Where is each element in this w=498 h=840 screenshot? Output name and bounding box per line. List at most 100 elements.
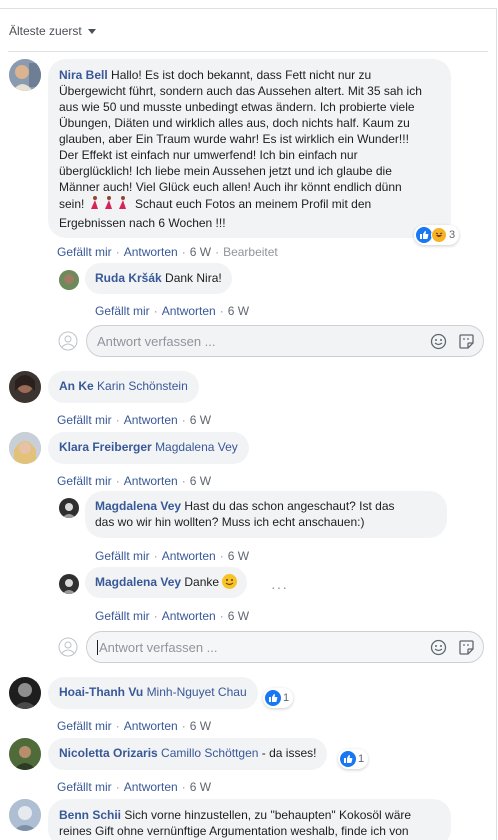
comment-benn-schii: Benn Schii Sich vorne hinzustellen, zu "… (9, 799, 451, 840)
reply-link[interactable]: Antworten (124, 245, 178, 259)
comment-author[interactable]: Nira Bell (59, 68, 108, 82)
reply-placeholder: Antwort verfassen ... (97, 333, 216, 349)
comment-actions: Gefällt mir · Antworten · 6 W (95, 609, 250, 623)
like-link[interactable]: Gefällt mir (95, 304, 150, 318)
avatar[interactable] (9, 799, 41, 831)
comment-klara-freiberger: Klara Freiberger Magdalena Vey (9, 432, 249, 464)
comment-author[interactable]: Nicoletta Orizaris (59, 746, 158, 760)
like-icon (416, 227, 432, 243)
reply-composer: Antwort verfassen ... (58, 325, 484, 357)
reply-ruda-krsak: Ruda Kršák Dank Nira! (59, 263, 232, 294)
reply-input[interactable]: Antwort verfassen ... (86, 631, 484, 663)
reply-link[interactable]: Antworten (124, 719, 178, 733)
like-link[interactable]: Gefällt mir (57, 780, 112, 794)
comment-text-line: Übungen, Diäten und wirklich alles aus, … (59, 116, 410, 130)
sticker-icon[interactable] (458, 639, 475, 659)
reply-link[interactable]: Antworten (124, 413, 178, 427)
comment-text-line: Sich vorne hinzustellen, zu "behaupten" … (124, 808, 412, 822)
reply-link[interactable]: Antworten (162, 609, 216, 623)
comment-actions: Gefällt mir · Antworten · 6 W (95, 304, 250, 318)
avatar[interactable] (9, 371, 41, 403)
reply-link[interactable]: Antworten (124, 780, 178, 794)
timestamp[interactable]: 6 W (190, 245, 211, 259)
comment-author[interactable]: An Ke (59, 379, 94, 393)
comment-author[interactable]: Klara Freiberger (59, 440, 152, 454)
avatar[interactable] (9, 738, 41, 770)
comment-bubble: Benn Schii Sich vorne hinzustellen, zu "… (48, 799, 451, 840)
like-link[interactable]: Gefällt mir (95, 609, 150, 623)
comment-bubble: Klara Freiberger Magdalena Vey (48, 432, 249, 464)
comment-author[interactable]: Magdalena Vey (95, 575, 181, 589)
comment-bubble: Ruda Kršák Dank Nira! (85, 263, 232, 294)
reply-magdalena-vey: Magdalena Vey Hast du das schon angescha… (59, 491, 447, 538)
like-link[interactable]: Gefällt mir (95, 549, 150, 563)
more-options-icon[interactable]: ··· (271, 579, 288, 595)
sort-label: Älteste zuerst (9, 24, 82, 38)
reply-magdalena-vey-2: Magdalena Vey Danke (59, 567, 248, 598)
comment-text-line: Männer auch! Viel Glück euch allen! Auch… (59, 180, 402, 194)
reaction-summary[interactable]: 1 (263, 688, 294, 708)
reaction-count: 1 (283, 692, 290, 704)
avatar[interactable] (59, 270, 79, 290)
emoji-icon[interactable] (430, 639, 447, 659)
timestamp[interactable]: 6 W (228, 549, 249, 563)
sort-dropdown[interactable]: Älteste zuerst (9, 24, 96, 38)
comment-author[interactable]: Hoai-Thanh Vu (59, 685, 143, 699)
comment-text-line: überglücklich! Ich liebe mein Aussehen j… (59, 164, 392, 178)
comment-actions: Gefällt mir · Antworten · 6 W (57, 474, 212, 488)
comment-actions: Gefällt mir · Antworten · 6 W (57, 780, 212, 794)
reply-composer: Antwort verfassen ... (58, 631, 484, 663)
comment-text-line: Schaut euch Fotos an meinem Profil mit d… (135, 197, 372, 211)
avatar[interactable] (9, 432, 41, 464)
timestamp[interactable]: 6 W (228, 304, 249, 318)
like-icon (265, 690, 281, 706)
reaction-summary[interactable]: 3 (414, 225, 460, 245)
timestamp[interactable]: 6 W (190, 780, 211, 794)
user-avatar-icon (58, 331, 78, 351)
comment-text-line: Ergebnissen nach 6 Wochen !!! (59, 216, 226, 230)
reply-link[interactable]: Antworten (124, 474, 178, 488)
reply-link[interactable]: Antworten (162, 549, 216, 563)
like-link[interactable]: Gefällt mir (57, 719, 112, 733)
text-cursor (97, 639, 98, 655)
reply-link[interactable]: Antworten (162, 304, 216, 318)
avatar[interactable] (9, 59, 41, 91)
timestamp[interactable]: 6 W (190, 474, 211, 488)
emoji-icon[interactable] (430, 333, 447, 353)
edited-label: Bearbeitet (223, 245, 278, 259)
comment-author[interactable]: Ruda Kršák (95, 271, 162, 285)
comments-panel: Älteste zuerst Nira Bell Hallo! Es ist d… (0, 8, 497, 840)
avatar[interactable] (59, 498, 79, 518)
comment-actions: Gefällt mir · Antworten · 6 W (57, 413, 212, 427)
smile-emoji-icon (222, 574, 238, 589)
comment-text-line: Hallo! Es ist doch bekannt, dass Fett ni… (111, 68, 372, 82)
comment-text: Danke (184, 575, 220, 589)
mention-tag[interactable]: Camillo Schöttgen (161, 746, 258, 760)
mention-tag[interactable]: Karin Schönstein (97, 379, 188, 393)
sticker-icon[interactable] (458, 333, 475, 353)
mention-tag[interactable]: Magdalena Vey (155, 440, 238, 454)
timestamp[interactable]: 6 W (228, 609, 249, 623)
comment-text: Dank Nira! (165, 271, 222, 285)
divider (8, 51, 488, 52)
timestamp[interactable]: 6 W (190, 413, 211, 427)
comment-bubble: An Ke Karin Schönstein (48, 371, 199, 403)
comment-text-line: aus wie 50 und musste unbedingt etwas än… (59, 100, 415, 114)
comment-author[interactable]: Magdalena Vey (95, 499, 181, 513)
like-link[interactable]: Gefällt mir (57, 245, 112, 259)
timestamp[interactable]: 6 W (190, 719, 211, 733)
comment-nicoletta-orizaris: Nicoletta Orizaris Camillo Schöttgen - d… (9, 738, 328, 770)
mention-tag[interactable]: Minh-Nguyet Chau (147, 685, 247, 699)
reaction-summary[interactable]: 1 (338, 749, 369, 769)
avatar[interactable] (9, 677, 41, 709)
avatar[interactable] (59, 574, 79, 594)
user-avatar-icon (58, 637, 78, 657)
reply-input[interactable]: Antwort verfassen ... (86, 325, 484, 357)
comment-text-line: Übergewicht führt, sondern auch das Auss… (59, 84, 422, 98)
like-link[interactable]: Gefällt mir (57, 474, 112, 488)
like-link[interactable]: Gefällt mir (57, 413, 112, 427)
comment-author[interactable]: Benn Schii (59, 808, 121, 822)
comment-text-line: Der Effekt ist einfach nur umwerfend! Ic… (59, 148, 358, 162)
comment-hoai-thanh-vu: Hoai-Thanh Vu Minh-Nguyet Chau (9, 677, 258, 709)
comment-text-line: glauben, aber Ein Traum wurde wahr! Es i… (59, 132, 409, 146)
